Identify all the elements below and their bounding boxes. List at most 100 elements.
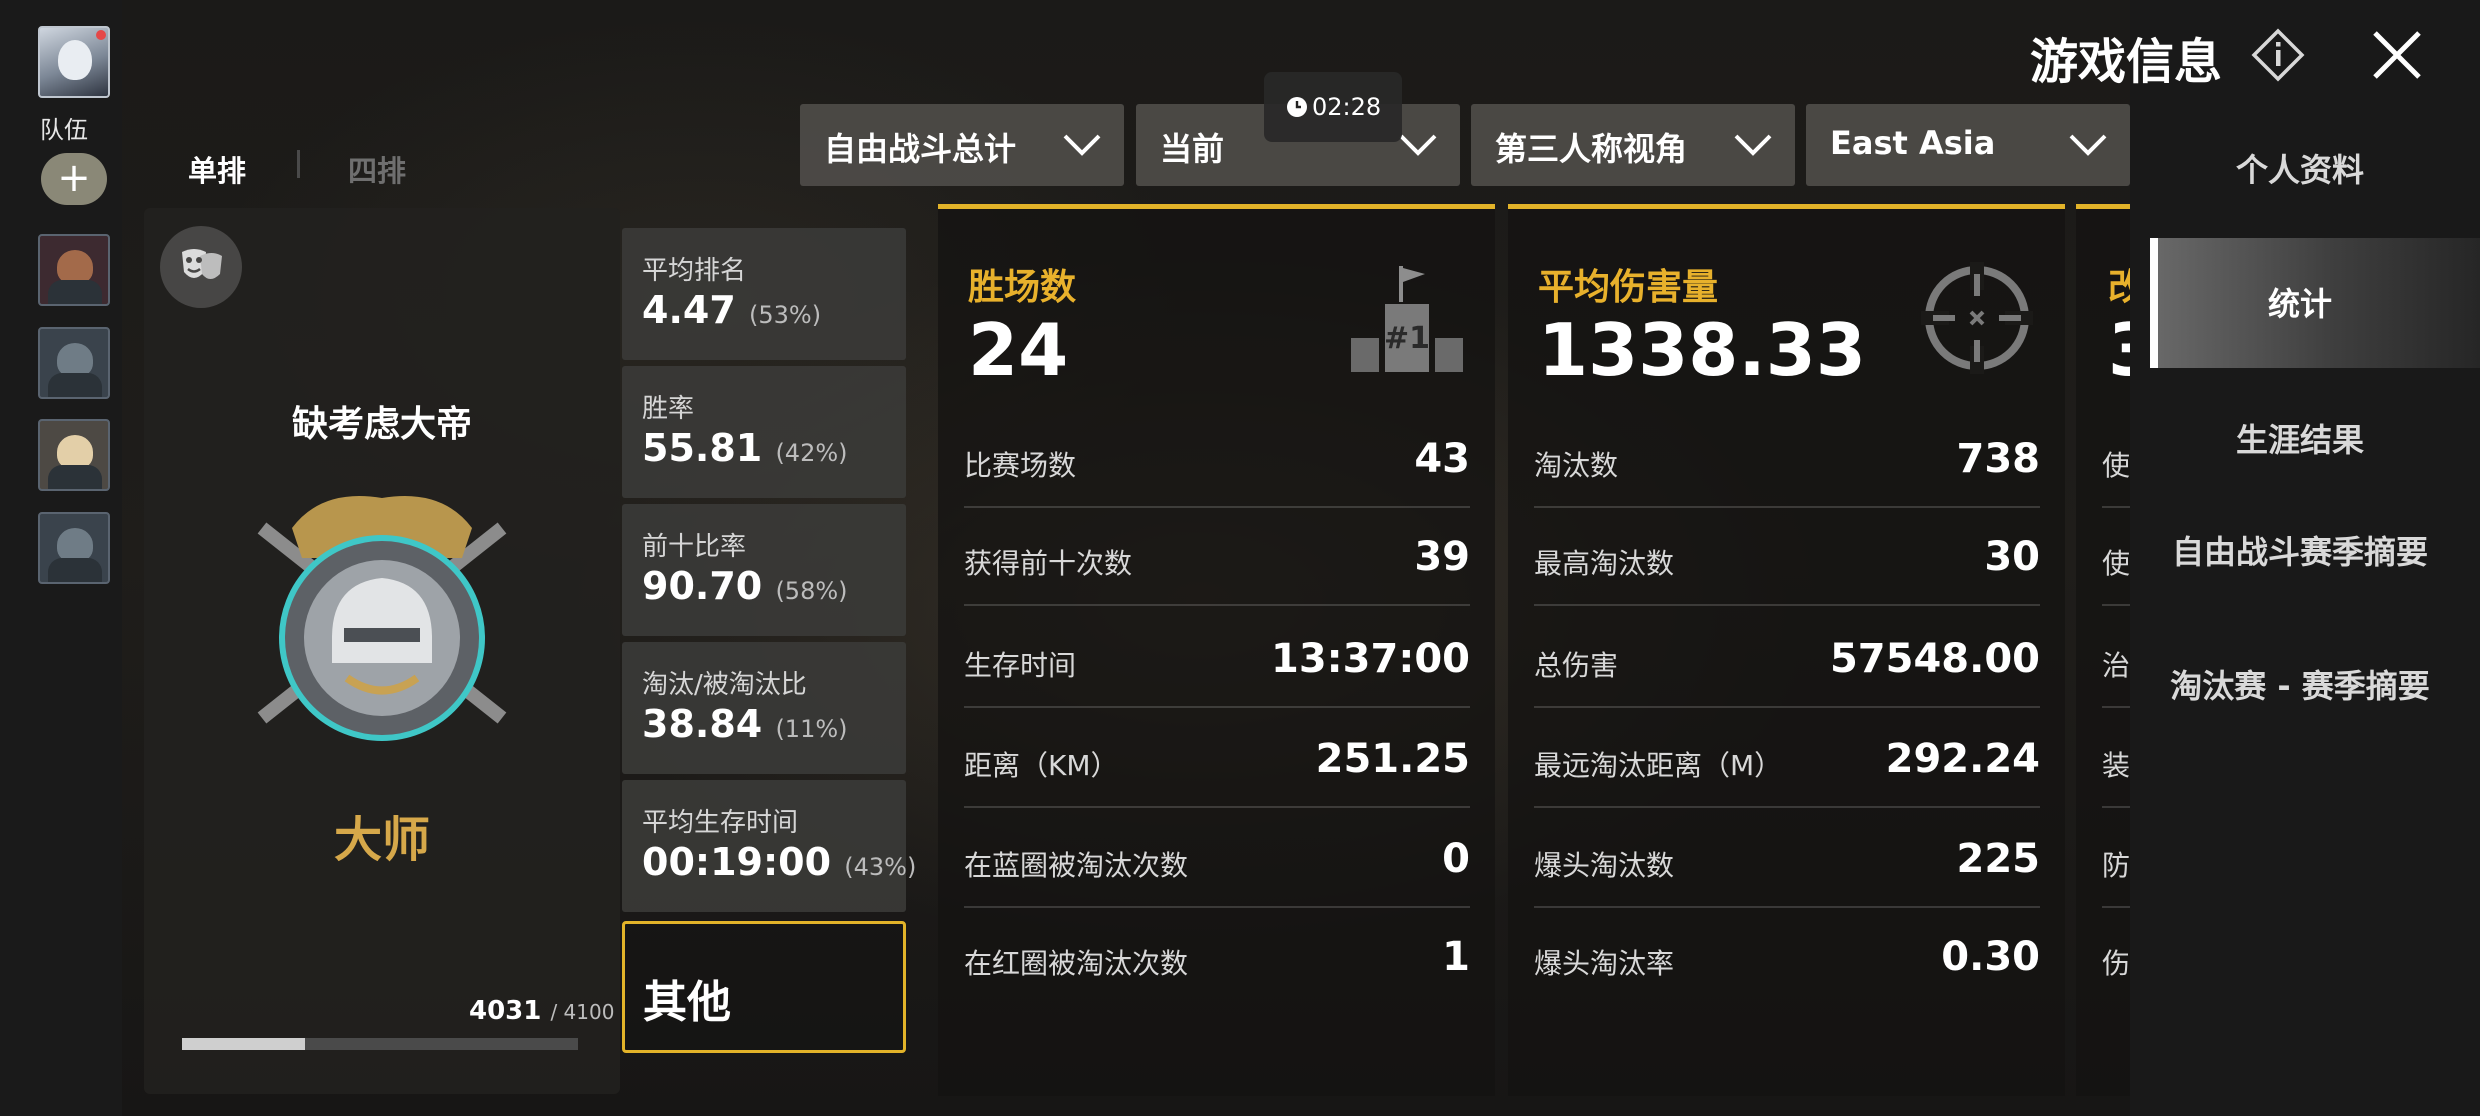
stat-value: 292.24 xyxy=(1885,736,2040,782)
clock-icon xyxy=(1287,97,1307,117)
nav-item-profile[interactable]: 个人资料 xyxy=(2150,148,2450,192)
notification-dot xyxy=(96,30,106,40)
rank-title: 大师 xyxy=(333,812,430,868)
stat-label: 使 xyxy=(2102,449,2130,482)
column-accent-line xyxy=(2076,204,2130,209)
card-value: 55.81 (42%) xyxy=(642,426,848,470)
card-label: 平均生存时间 xyxy=(642,808,799,838)
timer-text: 02:28 xyxy=(1312,93,1382,121)
chevron-down-icon xyxy=(1399,134,1437,156)
stat-value: 30 xyxy=(1984,534,2040,580)
info-icon[interactable] xyxy=(2251,28,2305,82)
nav-item-knockout-summary[interactable]: 淘汰赛 - 赛季摘要 xyxy=(2170,664,2430,708)
tab-divider xyxy=(297,150,300,178)
rank-points-max: / 4100 xyxy=(550,1000,615,1024)
summary-card-avg-rank[interactable]: 平均排名 4.47 (53%) xyxy=(622,228,906,360)
stat-row: 爆头淘汰率 0.30 xyxy=(1534,906,2040,1004)
column-headline-value: 3 xyxy=(2108,308,2130,392)
stat-value: 738 xyxy=(1956,436,2041,482)
nav-item-career-results[interactable]: 生涯结果 xyxy=(2150,418,2450,462)
crosshair-icon xyxy=(1921,262,2033,374)
stat-row: 防 xyxy=(2102,808,2130,908)
stat-value: 0 xyxy=(1442,836,1470,882)
stat-label: 距离（KM） xyxy=(964,749,1119,782)
card-value: 90.70 (58%) xyxy=(642,564,848,608)
theater-mask-button[interactable] xyxy=(160,226,242,308)
stat-label: 最高淘汰数 xyxy=(1534,547,1675,580)
stat-label: 爆头淘汰数 xyxy=(1534,849,1675,882)
stat-label: 装 xyxy=(2102,749,2130,782)
card-value: 00:19:00 (43%) xyxy=(642,840,917,884)
perspective-filter-dropdown[interactable]: 第三人称视角 xyxy=(1471,104,1795,186)
close-icon[interactable] xyxy=(2372,30,2422,80)
column-accent-line xyxy=(1508,204,2065,209)
chevron-down-icon xyxy=(2069,134,2107,156)
stat-label: 在红圈被淘汰次数 xyxy=(964,947,1189,980)
stat-value: 57548.00 xyxy=(1829,636,2040,682)
card-label: 平均排名 xyxy=(642,256,747,286)
chevron-down-icon xyxy=(1063,134,1101,156)
stat-value: 43 xyxy=(1414,436,1470,482)
nav-item-free-battle-summary[interactable]: 自由战斗赛季摘要 xyxy=(2170,530,2430,574)
teammate-avatar[interactable] xyxy=(38,512,110,584)
dropdown-label: East Asia xyxy=(1830,124,1996,162)
rank-points-value: 4031 xyxy=(469,996,542,1026)
tab-solo[interactable]: 单排 xyxy=(188,148,246,190)
stat-row: 使 xyxy=(2102,408,2130,508)
card-value: 38.84 (11%) xyxy=(642,702,848,746)
master-rank-emblem xyxy=(257,496,507,741)
teammate-avatar[interactable] xyxy=(38,327,110,399)
stat-value: 13:37:00 xyxy=(1271,636,1470,682)
flag-rank-icon: #1 xyxy=(1351,266,1463,372)
stat-value: 225 xyxy=(1956,836,2041,882)
stat-value: 251.25 xyxy=(1315,736,1470,782)
stat-row: 比赛场数 43 xyxy=(964,408,1470,508)
stat-row: 使 xyxy=(2102,506,2130,606)
stat-row: 爆头淘汰数 225 xyxy=(1534,808,2040,908)
team-label: 队伍 xyxy=(40,116,88,144)
nav-item-stats[interactable]: 统计 xyxy=(2150,282,2450,326)
stat-row: 最远淘汰距离（M） 292.24 xyxy=(1534,708,2040,808)
teammate-avatar[interactable] xyxy=(38,234,110,306)
stats-column-damage: 平均伤害量 1338.33 淘汰数 738 最高淘汰数 30 总伤害 57548.00… xyxy=(1508,204,2065,1096)
tab-squad[interactable]: 四排 xyxy=(348,148,406,190)
teammate-avatar[interactable] xyxy=(38,419,110,491)
summary-card-top10-rate[interactable]: 前十比率 90.70 (58%) xyxy=(622,504,906,636)
stat-row: 总伤害 57548.00 xyxy=(1534,608,2040,708)
summary-card-win-rate[interactable]: 胜率 55.81 (42%) xyxy=(622,366,906,498)
theater-mask-icon xyxy=(182,249,222,279)
stat-label: 防 xyxy=(2102,849,2130,882)
stat-row: 获得前十次数 39 xyxy=(964,506,1470,606)
stat-row: 在蓝圈被淘汰次数 0 xyxy=(964,808,1470,908)
stat-label: 比赛场数 xyxy=(964,449,1077,482)
add-teammate-button[interactable]: + xyxy=(41,153,107,205)
match-timer: 02:28 xyxy=(1264,72,1402,142)
summary-card-other[interactable]: 其他 xyxy=(622,921,906,1053)
card-label: 其他 xyxy=(643,977,731,1028)
column-title: 平均伤害量 xyxy=(1538,267,1719,308)
column-title: 改 xyxy=(2108,267,2130,308)
dropdown-label: 当前 xyxy=(1160,130,1225,168)
stat-value: 0.30 xyxy=(1941,934,2040,980)
rank-points: 4031 / 4100 xyxy=(469,996,614,1026)
stat-row: 在红圈被淘汰次数 1 xyxy=(964,906,1470,1004)
stat-row: 最高淘汰数 30 xyxy=(1534,506,2040,606)
player-avatar[interactable] xyxy=(38,26,110,98)
stats-column-partial: 改 3 使 使 治 装 防 伤 xyxy=(2076,204,2130,1096)
stat-label: 爆头淘汰率 xyxy=(1534,947,1675,980)
chevron-down-icon xyxy=(1734,134,1772,156)
page-title: 游戏信息 xyxy=(2030,34,2223,90)
column-headline-value: 1338.33 xyxy=(1538,308,1866,392)
card-value: 4.47 (53%) xyxy=(642,288,822,332)
stat-label: 治 xyxy=(2102,649,2130,682)
dropdown-label: 自由战斗总计 xyxy=(824,130,1017,168)
region-filter-dropdown[interactable]: East Asia xyxy=(1806,104,2130,186)
column-headline-value: 24 xyxy=(968,308,1069,392)
rank-progress-bar xyxy=(182,1038,578,1050)
summary-card-avg-survival[interactable]: 平均生存时间 00:19:00 (43%) xyxy=(622,780,916,912)
stat-row: 装 xyxy=(2102,708,2130,808)
stat-label: 淘汰数 xyxy=(1534,449,1619,482)
summary-card-kd-ratio[interactable]: 淘汰/被淘汰比 38.84 (11%) xyxy=(622,642,906,774)
mode-filter-dropdown[interactable]: 自由战斗总计 xyxy=(800,104,1124,186)
stat-row: 距离（KM） 251.25 xyxy=(964,708,1470,808)
